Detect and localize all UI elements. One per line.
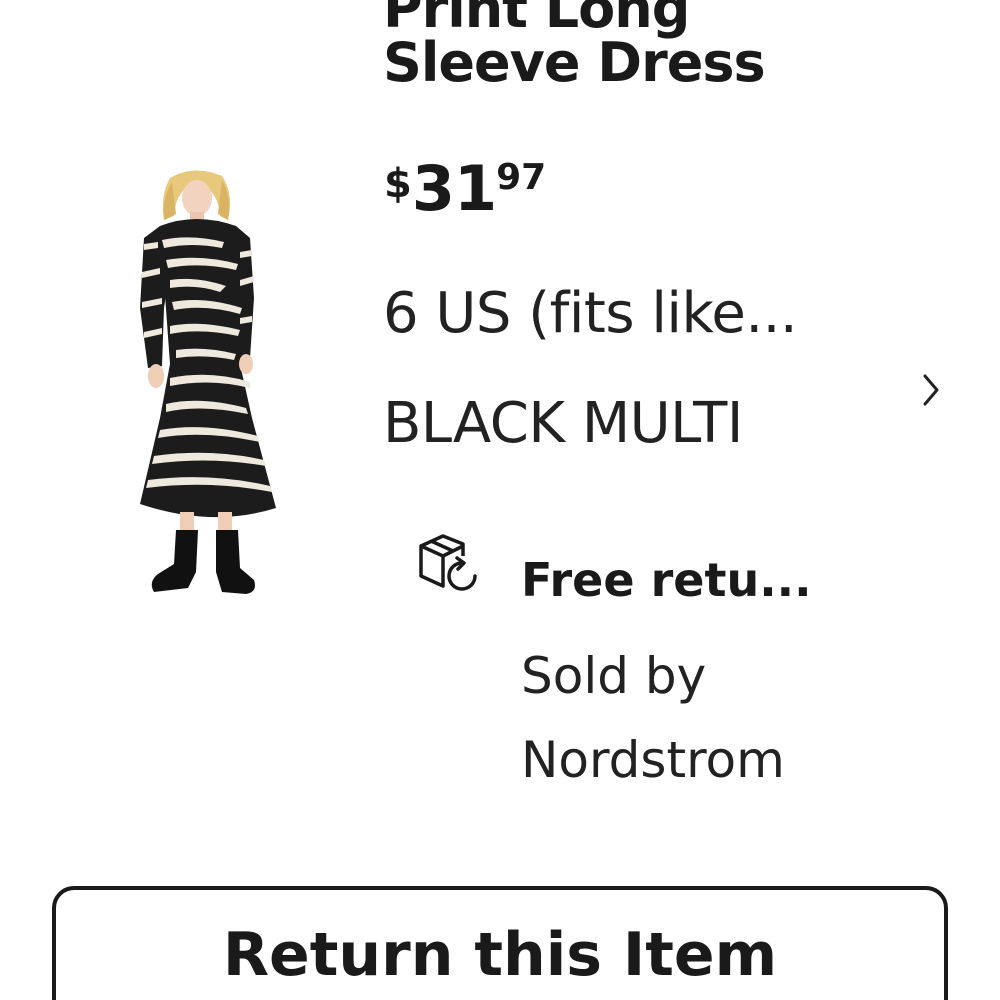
sold-by-text: Sold by Nordstrom [521,647,785,789]
product-title-line-2: Sleeve Dress [383,31,766,94]
return-item-button-label: Return this Item [222,920,778,990]
variant-color: BLACK MULTI [383,391,743,456]
variant-size: 6 US (fits like... [383,281,798,346]
product-image[interactable] [100,168,300,608]
chevron-right-icon[interactable] [919,370,943,410]
returns-info: Free retu... Sold by Nordstrom [415,530,975,810]
order-item-page: Print Long Sleeve Dress $ 31 97 6 US (fi… [0,0,1000,1000]
price-currency: $ [384,161,412,207]
return-item-button[interactable]: Return this Item [52,886,948,1000]
price-cents: 97 [496,157,547,198]
box-return-icon [419,534,477,591]
returns-title: Free retu... [521,553,812,607]
variant-selector[interactable]: 6 US (fits like... BLACK MULTI [383,280,963,470]
price-dollars: 31 [411,152,497,225]
product-title: Print Long Sleeve Dress [383,0,923,90]
product-price: $ 31 97 [384,150,546,230]
